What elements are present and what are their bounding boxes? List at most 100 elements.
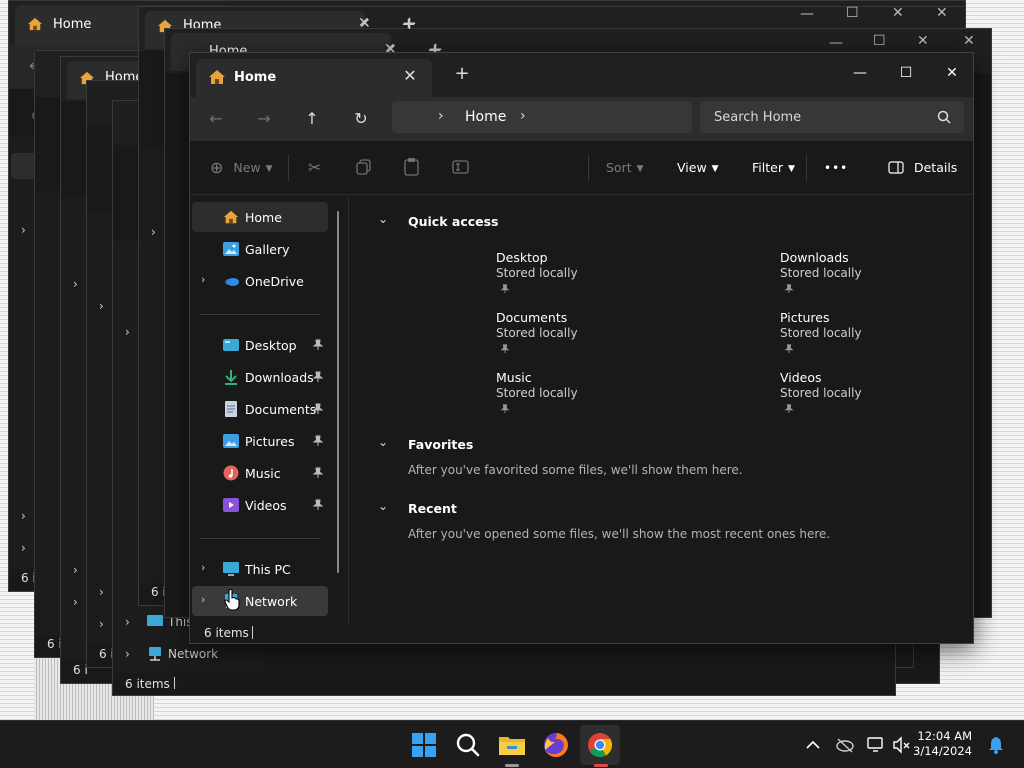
sidebar-item-music[interactable]: Music (192, 458, 328, 488)
minimize-icon[interactable]: — (829, 35, 843, 51)
pin-icon (312, 467, 324, 478)
sidebar-item-gallery[interactable]: Gallery (192, 234, 328, 264)
forward-button[interactable]: → (248, 107, 280, 131)
quick-access-item[interactable]: Documents Stored locally (496, 310, 676, 366)
chevron-right-icon[interactable]: › (99, 585, 104, 599)
new-tab-icon[interactable]: + (402, 13, 417, 34)
chevron-right-icon[interactable]: › (151, 225, 156, 239)
sidebar-item-documents[interactable]: Documents (192, 394, 328, 424)
sidebar-item-network[interactable]: Network (168, 647, 218, 661)
chevron-right-icon[interactable]: › (201, 561, 205, 574)
chevron-right-icon[interactable]: › (520, 108, 526, 124)
volume-muted-icon[interactable] (891, 735, 911, 755)
new-tab-button[interactable]: + (452, 65, 472, 85)
chevron-down-icon[interactable]: ⌄ (378, 499, 388, 513)
search-icon[interactable] (452, 729, 484, 761)
up-button[interactable]: ↑ (296, 107, 328, 131)
chevron-right-icon[interactable]: › (21, 509, 26, 523)
section-quick-access[interactable]: Quick access (408, 214, 499, 229)
system-clock[interactable]: 12:04 AM 3/14/2024 (912, 729, 972, 759)
close-window-icon[interactable]: ✕ (917, 33, 929, 49)
details-button[interactable]: Details (888, 157, 957, 179)
close-tab-icon[interactable]: ✕ (358, 15, 370, 31)
maximize-icon[interactable]: ☐ (873, 33, 886, 49)
section-favorites[interactable]: Favorites (408, 437, 473, 452)
chevron-right-icon[interactable]: › (99, 617, 104, 631)
chevron-down-icon[interactable]: ⌄ (378, 435, 388, 449)
chevron-right-icon[interactable]: › (125, 615, 130, 629)
breadcrumb-home[interactable]: Home (465, 109, 506, 125)
search-icon[interactable] (936, 109, 952, 125)
chevron-right-icon[interactable]: › (125, 325, 130, 339)
this-pc-icon (147, 615, 163, 626)
paste-icon[interactable] (404, 158, 420, 176)
more-options-button[interactable]: ••• (824, 157, 848, 179)
onedrive-icon (225, 278, 239, 286)
chevron-right-icon[interactable]: › (73, 277, 78, 291)
close-window-icon[interactable]: ✕ (936, 5, 948, 21)
home-icon (209, 70, 225, 84)
file-explorer-icon[interactable] (496, 729, 528, 761)
sidebar-item-downloads[interactable]: Downloads (192, 362, 328, 392)
pin-icon (312, 435, 324, 446)
chevron-right-icon[interactable]: › (125, 647, 130, 661)
sidebar-item-desktop[interactable]: Desktop (192, 330, 328, 360)
minimize-button[interactable]: — (840, 59, 880, 87)
chevron-right-icon[interactable]: › (21, 223, 26, 237)
title-bar[interactable]: Home ✕ + — ☐ ✕ (190, 53, 973, 97)
quick-access-item[interactable]: Music Stored locally (496, 370, 676, 426)
search-input[interactable] (700, 101, 930, 133)
sidebar-item-videos[interactable]: Videos (192, 490, 328, 520)
sidebar-item-home[interactable]: Home (192, 202, 328, 232)
document-icon (225, 401, 237, 417)
chevron-right-icon[interactable]: › (201, 273, 205, 286)
sidebar-item-pictures[interactable]: Pictures (192, 426, 328, 456)
sidebar-item-network[interactable]: › Network (192, 586, 328, 616)
sidebar-item-this-pc[interactable]: › This PC (192, 554, 328, 584)
back-button[interactable]: ← (200, 107, 232, 131)
rename-icon[interactable] (452, 159, 470, 175)
network-icon[interactable] (866, 735, 886, 755)
notification-bell-icon[interactable] (986, 735, 1006, 755)
sidebar-scrollbar[interactable] (337, 211, 339, 573)
navigation-bar: ← → ↑ ↻ › Home › (190, 97, 973, 141)
close-tab-button[interactable]: ✕ (400, 66, 420, 86)
onedrive-off-icon[interactable] (835, 735, 855, 755)
quick-access-item[interactable]: Pictures Stored locally (780, 310, 960, 366)
chevron-right-icon[interactable]: › (201, 593, 205, 606)
chevron-down-icon[interactable]: ⌄ (378, 212, 388, 226)
cut-button[interactable]: ✂ (308, 157, 321, 179)
firefox-icon[interactable] (540, 729, 572, 761)
quick-access-item[interactable]: Desktop Stored locally (496, 250, 676, 306)
close-window-icon[interactable]: ✕ (892, 5, 904, 21)
item-count: 6 items (204, 626, 249, 640)
chevron-right-icon[interactable]: › (438, 108, 444, 124)
new-button[interactable]: ⊕ New ▼ (210, 157, 273, 179)
maximize-button[interactable]: ☐ (886, 59, 926, 87)
chrome-icon[interactable] (584, 729, 616, 761)
sidebar-item-onedrive[interactable]: › OneDrive (192, 266, 328, 296)
chevron-right-icon[interactable]: › (73, 595, 78, 609)
quick-access-item[interactable]: Downloads Stored locally (780, 250, 960, 306)
close-window-button[interactable]: ✕ (932, 59, 972, 87)
section-recent[interactable]: Recent (408, 501, 457, 516)
chevron-right-icon[interactable]: › (21, 541, 26, 555)
copy-icon[interactable] (356, 159, 372, 175)
maximize-icon[interactable]: ☐ (846, 5, 859, 21)
search-box[interactable] (700, 101, 964, 133)
chevron-up-icon[interactable] (803, 735, 823, 755)
refresh-button[interactable]: ↻ (345, 107, 377, 131)
quick-access-item[interactable]: Videos Stored locally (780, 370, 960, 426)
filter-button[interactable]: Filter ▼ (752, 157, 795, 179)
chevron-right-icon[interactable]: › (73, 563, 78, 577)
chevron-right-icon[interactable]: › (99, 299, 104, 313)
minimize-icon[interactable]: — (800, 6, 814, 22)
sort-button[interactable]: Sort ▼ (606, 157, 644, 179)
chevron-down-icon: ▼ (711, 164, 719, 174)
address-bar[interactable]: › Home › (392, 101, 692, 133)
view-button[interactable]: View ▼ (677, 157, 719, 179)
file-explorer-window[interactable]: Home ✕ + — ☐ ✕ ← → ↑ ↻ › Home › ⊕ New▼ (189, 52, 974, 644)
tab-home[interactable]: Home ✕ (196, 59, 432, 97)
close-window-icon[interactable]: ✕ (963, 33, 975, 49)
start-button-icon[interactable] (408, 729, 440, 761)
